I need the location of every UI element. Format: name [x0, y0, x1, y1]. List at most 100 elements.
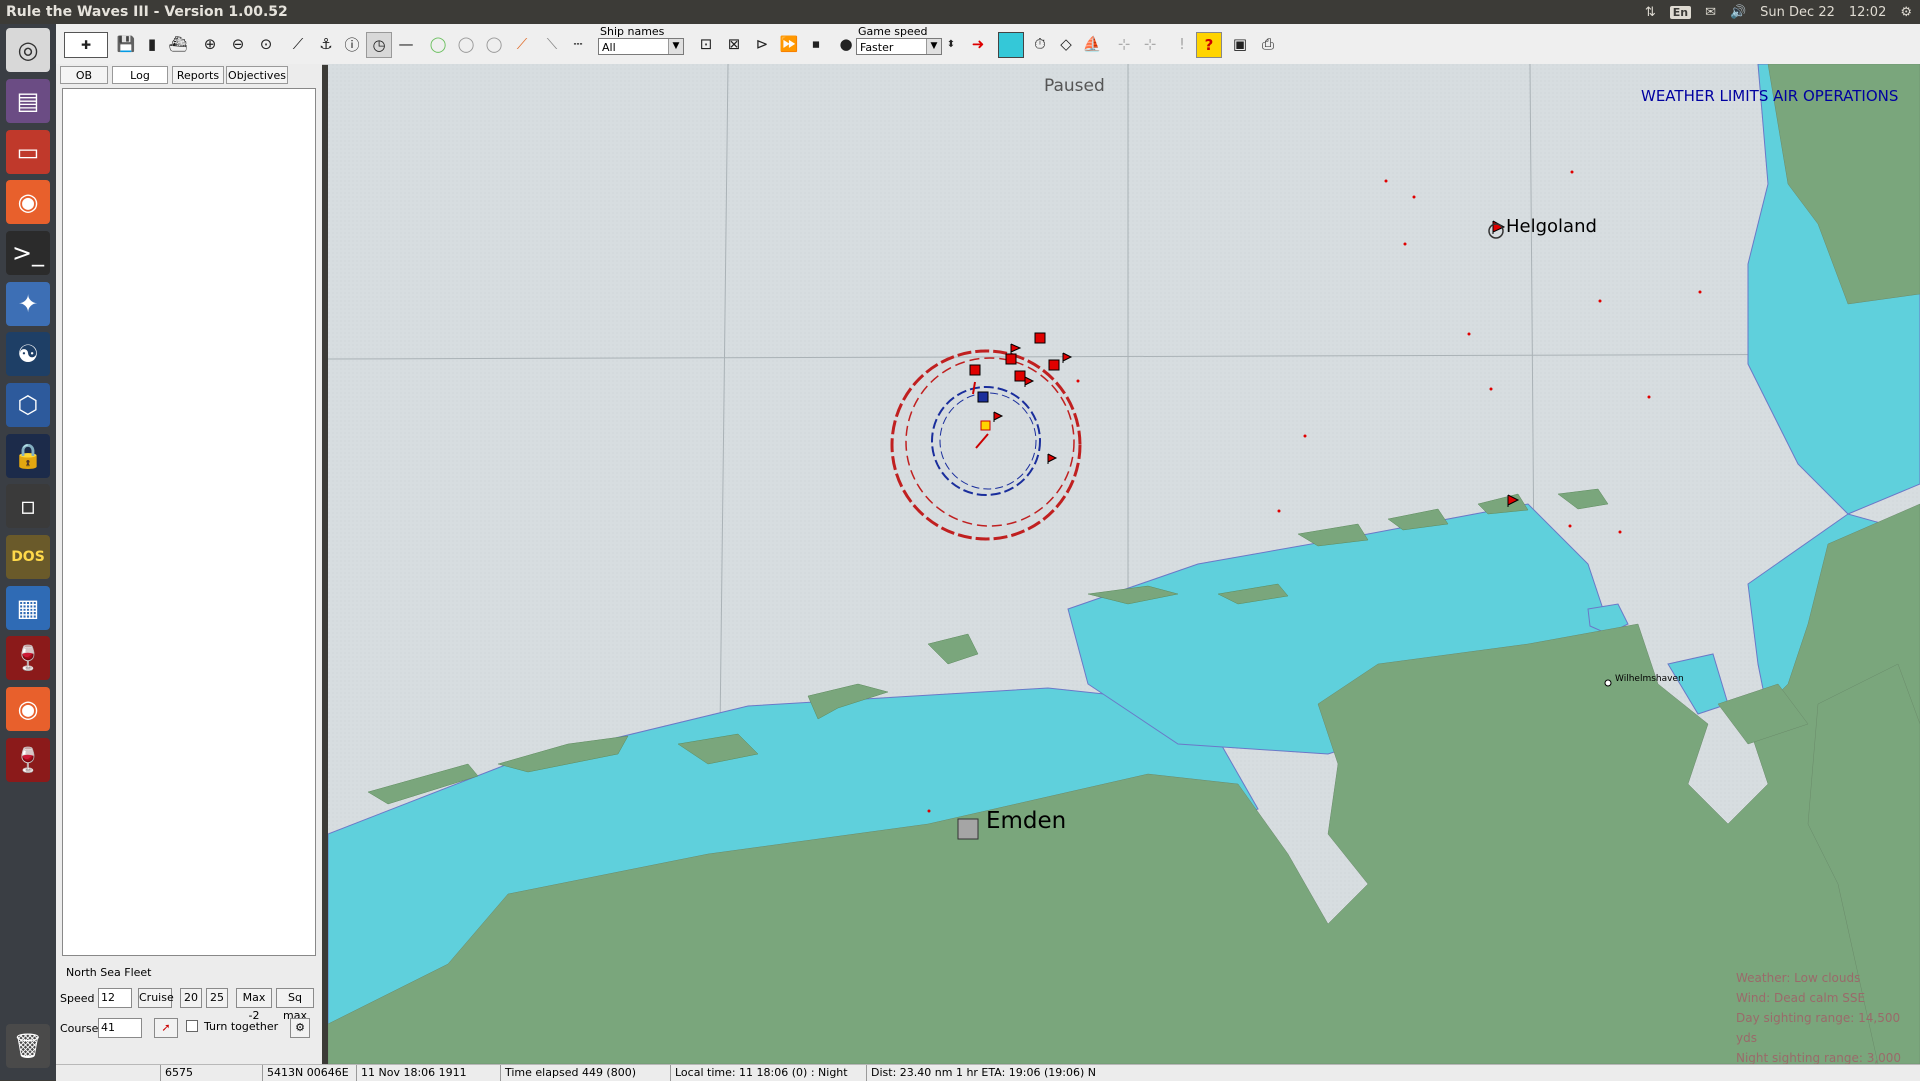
- line-icon[interactable]: —: [394, 32, 418, 56]
- workspace-icon[interactable]: ▫: [6, 484, 50, 528]
- speed-spinner-icon[interactable]: ⬍: [944, 32, 958, 56]
- wine-glass-icon-2[interactable]: 🍷: [6, 738, 50, 782]
- forward-icon[interactable]: ⊳: [750, 32, 774, 56]
- status-position: 5413N 00646E: [262, 1065, 352, 1081]
- game-speed-select[interactable]: Faster ▼: [856, 38, 942, 55]
- file-manager-icon[interactable]: ▭: [6, 130, 50, 174]
- lock-icon[interactable]: 🔒: [6, 434, 50, 478]
- game-speed-label: Game speed: [858, 25, 928, 38]
- ship-names-value: All: [602, 41, 616, 54]
- eraser-icon[interactable]: ◇: [1054, 32, 1078, 56]
- trash-icon[interactable]: 🗑: [6, 1024, 50, 1068]
- stop-icon[interactable]: ⏹: [804, 32, 828, 56]
- status-elapsed: Time elapsed 449 (800): [500, 1065, 684, 1081]
- step-icon[interactable]: ⊠: [722, 32, 746, 56]
- exit-icon[interactable]: ▮: [140, 32, 164, 56]
- mail-icon[interactable]: ✉: [1705, 5, 1716, 20]
- wind-line: Wind: Dead calm SSE: [1736, 991, 1866, 1005]
- range-circle-icon[interactable]: ◯: [454, 32, 478, 56]
- record-icon[interactable]: ●: [834, 32, 858, 56]
- info-icon[interactable]: ⓘ: [340, 32, 364, 56]
- keyboard-layout-indicator[interactable]: En: [1669, 5, 1692, 19]
- sea-toggle-icon[interactable]: [998, 32, 1024, 58]
- firefox-icon-2[interactable]: ◉: [6, 687, 50, 731]
- ship-names-select[interactable]: All ▼: [598, 38, 684, 55]
- files-app-icon[interactable]: ▤: [6, 79, 50, 123]
- status-id: 6575: [160, 1065, 240, 1081]
- virtualbox-icon[interactable]: ⬡: [6, 383, 50, 427]
- emden-label: Emden: [986, 808, 1067, 834]
- weather-line: Weather: Low clouds: [1736, 971, 1861, 985]
- zoom-out-icon[interactable]: ⊖: [226, 32, 250, 56]
- clock-mode-icon[interactable]: ◷: [366, 32, 392, 58]
- course-label: Course: [60, 1022, 99, 1035]
- orange-line-icon[interactable]: ⟋: [510, 32, 534, 56]
- anchor-icon[interactable]: ⚓: [314, 32, 338, 56]
- red-arrow-icon[interactable]: ➜: [966, 32, 990, 56]
- ship-side-icon[interactable]: ⛵: [1080, 32, 1104, 56]
- green-circle-icon[interactable]: ◯: [426, 32, 450, 56]
- print-icon[interactable]: ⎙: [1256, 32, 1280, 56]
- settings-icon[interactable]: ⚙: [290, 1018, 310, 1038]
- tab-objectives[interactable]: Objectives: [226, 66, 288, 84]
- fast-forward-icon[interactable]: ⏩: [777, 32, 801, 56]
- log-list[interactable]: [62, 88, 316, 956]
- speed-input[interactable]: 12: [98, 988, 132, 1008]
- zoom-in-icon[interactable]: ⊕: [198, 32, 222, 56]
- dashed-line-icon[interactable]: ┄: [566, 32, 590, 56]
- pinwheel-app-icon[interactable]: ✦: [6, 282, 50, 326]
- grey-line-icon[interactable]: ⟍: [540, 32, 564, 56]
- course-input[interactable]: 41: [98, 1018, 142, 1038]
- tab-log[interactable]: Log: [112, 66, 168, 84]
- game-toolbar: ✚ 💾 ▮ ⛴ ⊕ ⊖ ⊙ ⟋ ⚓ ⓘ ◷ — ◯ ◯ ◯ ⟋ ⟍ ┄ Ship…: [56, 24, 1920, 65]
- speed-squadron-max-button[interactable]: Sq max: [276, 988, 314, 1022]
- clock-date[interactable]: Sun Dec 22: [1760, 5, 1835, 20]
- network-icon[interactable]: ⇅: [1645, 5, 1656, 20]
- top-panel: Rule the Waves III - Version 1.00.52 ⇅ E…: [0, 0, 1920, 24]
- range-circle-icon-2[interactable]: ◯: [482, 32, 506, 56]
- speed-label: Speed: [60, 992, 95, 1005]
- steam-icon[interactable]: ☯: [6, 332, 50, 376]
- document-viewer-icon[interactable]: ▦: [6, 586, 50, 630]
- emden-city-marker[interactable]: [957, 818, 979, 840]
- speed-max-minus-2-button[interactable]: Max -2: [236, 988, 272, 1022]
- play-icon[interactable]: ⊡: [694, 32, 718, 56]
- wilhelmshaven-marker[interactable]: [1604, 679, 1612, 687]
- measure-icon[interactable]: ⟋: [286, 32, 310, 56]
- chevron-down-icon: ▼: [926, 39, 941, 54]
- crosshair-plus-icon[interactable]: ⊹: [1138, 32, 1162, 56]
- turn-together-checkbox[interactable]: [186, 1020, 198, 1032]
- zoom-reset-icon[interactable]: ⊙: [254, 32, 278, 56]
- clock-time[interactable]: 12:02: [1849, 5, 1886, 20]
- speed-25-button[interactable]: 25: [206, 988, 228, 1008]
- crosshair-icon[interactable]: ⊹: [1112, 32, 1136, 56]
- wilhelmshaven-label: Wilhelmshaven: [1615, 674, 1684, 684]
- wine-glass-icon[interactable]: 🍷: [6, 636, 50, 680]
- ship-silhouette-icon[interactable]: ⛴: [166, 32, 190, 56]
- status-distance: Dist: 23.40 nm 1 hr ETA: 19:06 (19:06) N: [866, 1065, 1266, 1081]
- launcher-sidebar: ◎ ▤ ▭ ◉ >_ ✦ ☯ ⬡ 🔒 ▫ DOS ▦ 🍷 ◉ 🍷 🗑: [0, 24, 56, 1080]
- map-canvas[interactable]: [328, 64, 1920, 1064]
- tab-ob[interactable]: OB: [60, 66, 108, 84]
- status-bar: 6575 5413N 00646E 11 Nov 18:06 1911 Time…: [56, 1064, 1920, 1081]
- speed-20-button[interactable]: 20: [180, 988, 202, 1008]
- naval-ensign-icon[interactable]: ✚: [64, 32, 108, 58]
- weather-info-panel: Weather: Low clouds Wind: Dead calm SSE …: [1736, 968, 1920, 1064]
- firefox-icon[interactable]: ◉: [6, 180, 50, 224]
- stopwatch-icon[interactable]: ⏱: [1028, 32, 1052, 56]
- tactical-map[interactable]: Paused WEATHER LIMITS AIR OPERATIONS Hel…: [328, 64, 1920, 1064]
- dash-icon[interactable]: ◎: [6, 28, 50, 72]
- settings-gear-icon[interactable]: ⚙: [1900, 5, 1912, 20]
- screenshot-icon[interactable]: ▣: [1228, 32, 1252, 56]
- pick-course-icon[interactable]: ➚: [154, 1018, 178, 1038]
- help-icon[interactable]: ?: [1196, 32, 1222, 58]
- volume-icon[interactable]: 🔊: [1730, 5, 1746, 20]
- status-date: 11 Nov 18:06 1911: [356, 1065, 496, 1081]
- save-icon[interactable]: 💾: [114, 32, 138, 56]
- exclamation-icon[interactable]: !: [1170, 32, 1194, 56]
- system-tray: ⇅ En ✉ 🔊 Sun Dec 22 12:02 ⚙: [1645, 0, 1912, 24]
- speed-cruise-button[interactable]: Cruise: [138, 988, 174, 1008]
- dosbox-icon[interactable]: DOS: [6, 535, 50, 579]
- tab-reports[interactable]: Reports: [172, 66, 224, 84]
- terminal-icon[interactable]: >_: [6, 231, 50, 275]
